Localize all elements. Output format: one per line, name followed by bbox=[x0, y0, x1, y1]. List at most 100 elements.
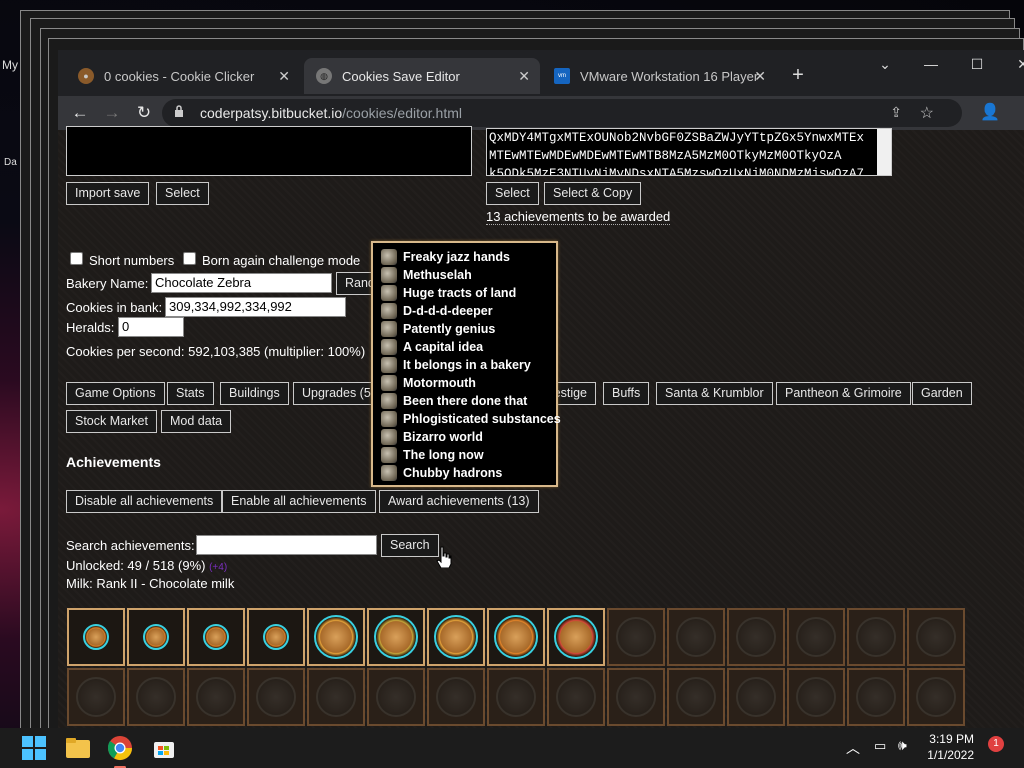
forward-button[interactable]: → bbox=[100, 101, 124, 125]
import-textarea[interactable] bbox=[66, 126, 472, 176]
search-button[interactable]: Search bbox=[381, 534, 439, 557]
achievement-tile[interactable] bbox=[727, 608, 785, 666]
achievement-tile[interactable] bbox=[847, 668, 905, 726]
achievement-tile[interactable] bbox=[727, 668, 785, 726]
tab-save-editor[interactable]: ◍ Cookies Save Editor ✕ bbox=[304, 58, 540, 94]
achievement-tile[interactable] bbox=[847, 608, 905, 666]
achievement-tile[interactable] bbox=[787, 668, 845, 726]
clock[interactable]: 3:19 PM 1/1/2022 bbox=[927, 731, 974, 763]
nav-buffs[interactable]: Buffs bbox=[603, 382, 650, 405]
select-export-button[interactable]: Select bbox=[486, 182, 539, 205]
achievement-medal-icon bbox=[496, 677, 536, 717]
maximize-button[interactable]: ☐ bbox=[962, 56, 992, 73]
close-icon[interactable]: ✕ bbox=[278, 68, 290, 85]
volume-icon[interactable]: 🕪 bbox=[898, 737, 907, 754]
achievement-tile[interactable] bbox=[667, 668, 725, 726]
nav-buildings[interactable]: Buildings bbox=[220, 382, 289, 405]
browser-toolbar: ← → ↻ coderpatsy.bitbucket.io/cookies/ed… bbox=[58, 96, 1024, 130]
achievement-medal-icon bbox=[736, 677, 776, 717]
achievement-tile[interactable] bbox=[547, 668, 605, 726]
tab-vmware[interactable]: vm VMware Workstation 16 Player ✕ bbox=[542, 58, 776, 94]
browser-window: ● 0 cookies - Cookie Clicker ✕ ◍ Cookies… bbox=[58, 50, 1024, 728]
search-achievements-input[interactable] bbox=[196, 535, 377, 555]
notification-badge[interactable]: 1 bbox=[988, 736, 1004, 752]
close-icon[interactable]: ✕ bbox=[518, 68, 530, 85]
achievement-tile[interactable] bbox=[67, 668, 125, 726]
achievement-tile[interactable] bbox=[307, 608, 365, 666]
address-bar[interactable]: coderpatsy.bitbucket.io/cookies/editor.h… bbox=[162, 99, 962, 127]
bakery-name-field[interactable]: Chocolate Zebra bbox=[151, 273, 332, 293]
minimize-button[interactable]: — bbox=[916, 56, 946, 72]
achievement-tile[interactable] bbox=[67, 608, 125, 666]
profile-icon[interactable]: 👤 bbox=[978, 101, 1002, 125]
achievement-tile[interactable] bbox=[127, 608, 185, 666]
heralds-field[interactable]: 0 bbox=[118, 317, 184, 337]
achievement-tile[interactable] bbox=[607, 608, 665, 666]
achievement-tile[interactable] bbox=[787, 608, 845, 666]
achievement-medal-icon bbox=[434, 615, 478, 659]
chrome-icon[interactable] bbox=[106, 734, 134, 768]
select-copy-button[interactable]: Select & Copy bbox=[544, 182, 642, 205]
select-import-button[interactable]: Select bbox=[156, 182, 209, 205]
file-explorer-icon[interactable] bbox=[64, 734, 92, 762]
achievement-tile[interactable] bbox=[487, 608, 545, 666]
enable-all-button[interactable]: Enable all achievements bbox=[222, 490, 376, 513]
tab-search-button[interactable]: ⌄ bbox=[870, 56, 900, 73]
scrollbar[interactable] bbox=[877, 129, 891, 175]
achievement-tile[interactable] bbox=[907, 668, 965, 726]
achievement-tile[interactable] bbox=[367, 608, 425, 666]
achievement-tile[interactable] bbox=[247, 608, 305, 666]
achievement-tile[interactable] bbox=[667, 608, 725, 666]
achievement-medal-icon bbox=[856, 677, 896, 717]
back-button[interactable]: ← bbox=[68, 101, 92, 125]
award-achievements-button[interactable]: Award achievements (13) bbox=[379, 490, 539, 513]
achievement-tile[interactable] bbox=[427, 668, 485, 726]
achievement-tile[interactable] bbox=[907, 608, 965, 666]
share-icon[interactable]: ⇪ bbox=[890, 104, 902, 121]
random-name-button[interactable]: Rand bbox=[336, 272, 376, 295]
windows-start-icon[interactable] bbox=[20, 734, 48, 762]
chevron-up-icon[interactable]: ︿ bbox=[846, 738, 860, 758]
tab-cookie-clicker[interactable]: ● 0 cookies - Cookie Clicker ✕ bbox=[66, 58, 300, 94]
clock-time: 3:19 PM bbox=[929, 732, 974, 746]
achievement-name: It belongs in a bakery bbox=[403, 358, 531, 372]
close-window-button[interactable]: ✕ bbox=[1008, 56, 1024, 73]
achievement-tile[interactable] bbox=[187, 668, 245, 726]
achievement-medal-icon bbox=[916, 677, 956, 717]
achievement-name: The long now bbox=[403, 448, 484, 462]
taskbar: ︿ ▭ 🕪 3:19 PM 1/1/2022 1 bbox=[0, 728, 1024, 768]
achievement-tile[interactable] bbox=[607, 668, 665, 726]
nav-mod-data[interactable]: Mod data bbox=[161, 410, 232, 433]
born-again-checkbox[interactable] bbox=[183, 252, 196, 265]
store-icon[interactable] bbox=[150, 734, 178, 762]
tooltip-achievement-item: Patently genius bbox=[381, 320, 495, 338]
nav-garden[interactable]: Garden bbox=[912, 382, 972, 405]
achievement-tile[interactable] bbox=[307, 668, 365, 726]
achievement-tile[interactable] bbox=[487, 668, 545, 726]
nav-stock-market[interactable]: Stock Market bbox=[66, 410, 157, 433]
achievement-tile[interactable] bbox=[127, 668, 185, 726]
achievement-tile[interactable] bbox=[427, 608, 485, 666]
achievement-tile[interactable] bbox=[187, 608, 245, 666]
nav-stats[interactable]: Stats bbox=[167, 382, 214, 405]
achievement-tile[interactable] bbox=[547, 608, 605, 666]
nav-game-options[interactable]: Game Options bbox=[66, 382, 165, 405]
achievement-medal-icon bbox=[136, 677, 176, 717]
achievement-tile[interactable] bbox=[247, 668, 305, 726]
export-textarea[interactable]: QxMDY4MTgxMTExOUNob2NvbGF0ZSBaZWJyYTtpZG… bbox=[486, 128, 892, 176]
nav-pantheon-grimoire[interactable]: Pantheon & Grimoire bbox=[776, 382, 911, 405]
network-icon[interactable]: ▭ bbox=[874, 738, 886, 754]
nav-upgrades[interactable]: Upgrades (56 bbox=[293, 382, 373, 405]
import-save-button[interactable]: Import save bbox=[66, 182, 150, 205]
close-icon[interactable]: ✕ bbox=[754, 68, 766, 85]
new-tab-button[interactable]: + bbox=[783, 64, 813, 87]
url-text: coderpatsy.bitbucket.io/cookies/editor.h… bbox=[200, 105, 462, 121]
star-icon[interactable]: ☆ bbox=[920, 103, 934, 123]
cookies-bank-field[interactable]: 309,334,992,334,992 bbox=[165, 297, 346, 317]
nav-santa-krumblor[interactable]: Santa & Krumblor bbox=[656, 382, 773, 405]
reload-button[interactable]: ↻ bbox=[132, 101, 156, 125]
achievement-medal-icon bbox=[436, 677, 476, 717]
achievement-tile[interactable] bbox=[367, 668, 425, 726]
short-numbers-checkbox[interactable] bbox=[70, 252, 83, 265]
disable-all-button[interactable]: Disable all achievements bbox=[66, 490, 223, 513]
